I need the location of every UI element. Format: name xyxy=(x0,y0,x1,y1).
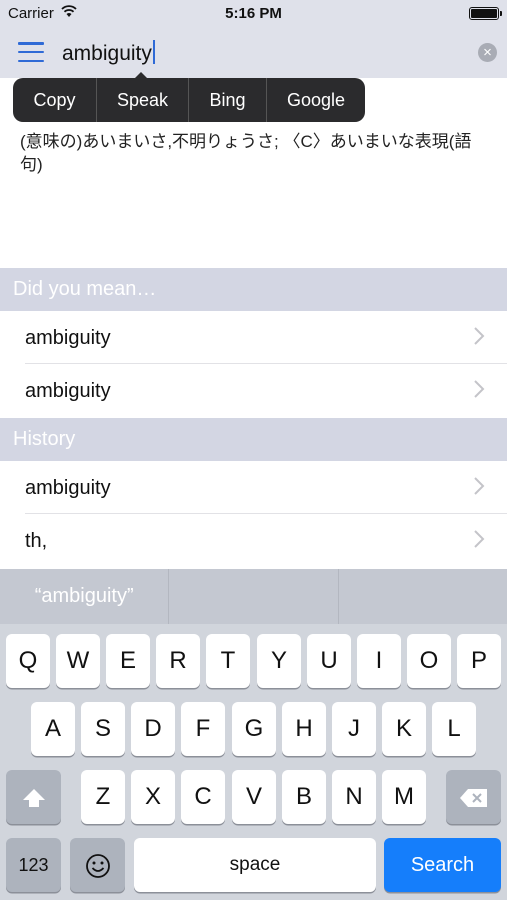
history-row[interactable]: th, xyxy=(0,514,507,567)
emoji-icon xyxy=(85,853,110,878)
battery-icon xyxy=(469,7,502,20)
status-bar: Carrier 5:16 PM xyxy=(0,0,507,28)
key-t[interactable]: T xyxy=(206,634,250,688)
search-query: ambiguity xyxy=(62,42,152,65)
prediction-cell[interactable] xyxy=(169,569,339,624)
key-a[interactable]: A xyxy=(31,702,75,756)
key-p[interactable]: P xyxy=(457,634,501,688)
search-bar: ambiguity × xyxy=(0,28,507,78)
key-f[interactable]: F xyxy=(181,702,225,756)
search-key[interactable]: Search xyxy=(384,838,501,892)
suggestion-label: ambiguity xyxy=(25,380,111,402)
key-r[interactable]: R xyxy=(156,634,200,688)
history-row[interactable]: ambiguity xyxy=(0,461,507,514)
edit-menu: Copy Speak Bing Google xyxy=(13,78,365,122)
key-y[interactable]: Y xyxy=(257,634,301,688)
key-z[interactable]: Z xyxy=(81,770,125,824)
google-button[interactable]: Google xyxy=(267,78,365,122)
speak-button[interactable]: Speak xyxy=(97,78,189,122)
wifi-icon xyxy=(61,5,77,17)
hamburger-icon[interactable] xyxy=(18,40,44,64)
clear-icon[interactable]: × xyxy=(478,43,497,62)
key-l[interactable]: L xyxy=(432,702,476,756)
key-g[interactable]: G xyxy=(232,702,276,756)
key-e[interactable]: E xyxy=(106,634,150,688)
keyboard: Q W E R T Y U I O P A S D F G H J K L Z … xyxy=(0,624,507,900)
key-d[interactable]: D xyxy=(131,702,175,756)
suggestion-row[interactable]: ambiguity xyxy=(0,311,507,364)
history-header: History xyxy=(0,418,507,461)
key-j[interactable]: J xyxy=(332,702,376,756)
key-x[interactable]: X xyxy=(131,770,175,824)
chevron-right-icon xyxy=(474,477,485,495)
key-n[interactable]: N xyxy=(332,770,376,824)
search-input[interactable]: ambiguity xyxy=(62,40,155,66)
numbers-key[interactable]: 123 xyxy=(6,838,61,892)
carrier-label: Carrier xyxy=(8,5,54,22)
did-you-mean-header: Did you mean… xyxy=(0,268,507,311)
key-k[interactable]: K xyxy=(382,702,426,756)
space-key[interactable]: space xyxy=(134,838,376,892)
definition-text: (意味の)あいまいさ,不明りょうさ; 〈C〉あいまいな表現(語句) xyxy=(20,132,472,174)
key-h[interactable]: H xyxy=(282,702,326,756)
shift-icon xyxy=(22,788,45,807)
key-i[interactable]: I xyxy=(357,634,401,688)
chevron-right-icon xyxy=(474,327,485,345)
chevron-right-icon xyxy=(474,530,485,548)
key-q[interactable]: Q xyxy=(6,634,50,688)
copy-button[interactable]: Copy xyxy=(13,78,97,122)
delete-key[interactable] xyxy=(446,770,501,824)
key-c[interactable]: C xyxy=(181,770,225,824)
backspace-icon xyxy=(459,788,487,807)
prediction-cell[interactable]: “ambiguity” xyxy=(0,569,170,624)
key-v[interactable]: V xyxy=(232,770,276,824)
text-cursor xyxy=(152,40,155,64)
key-u[interactable]: U xyxy=(307,634,351,688)
history-label: ambiguity xyxy=(25,477,111,499)
emoji-key[interactable] xyxy=(70,838,125,892)
key-m[interactable]: M xyxy=(382,770,426,824)
bing-button[interactable]: Bing xyxy=(189,78,267,122)
suggestion-row[interactable]: ambiguity xyxy=(0,364,507,417)
suggestion-label: ambiguity xyxy=(25,327,111,349)
key-b[interactable]: B xyxy=(282,770,326,824)
chevron-right-icon xyxy=(474,380,485,398)
prediction-cell[interactable] xyxy=(339,569,507,624)
predictive-bar: “ambiguity” xyxy=(0,569,507,624)
history-label: th, xyxy=(25,530,48,552)
key-s[interactable]: S xyxy=(81,702,125,756)
key-w[interactable]: W xyxy=(56,634,100,688)
key-o[interactable]: O xyxy=(407,634,451,688)
shift-key[interactable] xyxy=(6,770,61,824)
